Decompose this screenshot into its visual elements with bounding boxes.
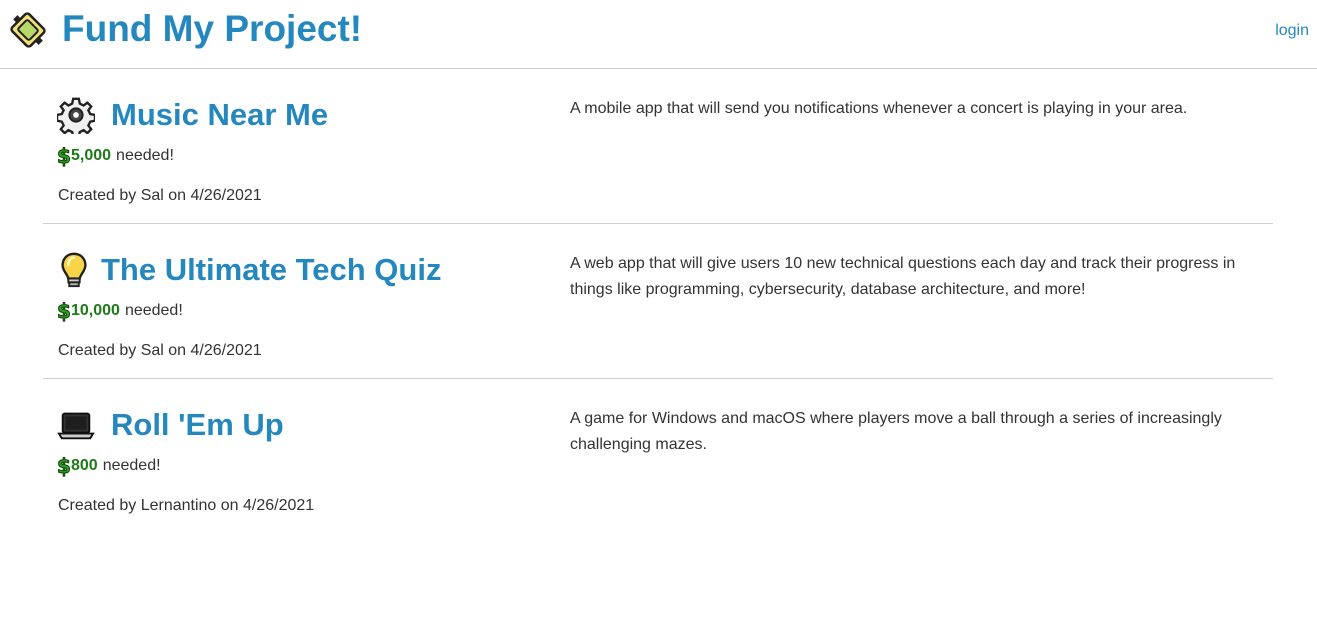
project-card: Music Near Me $ 5,000 needed! Created by… bbox=[43, 69, 1273, 224]
created-by: Created by Sal on 4/26/2021 bbox=[58, 187, 262, 204]
project-card: Roll 'Em Up $ 800 needed! Created by Ler… bbox=[43, 379, 1273, 533]
funding-goal: $ 5,000 needed! bbox=[58, 145, 174, 167]
funding-amount: 5,000 bbox=[71, 147, 112, 164]
funding-goal: $ 800 needed! bbox=[58, 455, 161, 477]
dollar-icon: $ bbox=[58, 300, 70, 322]
project-title: Roll 'Em Up bbox=[111, 407, 284, 442]
project-card: The Ultimate Tech Quiz $ 10,000 needed! … bbox=[43, 224, 1273, 379]
project-title: Music Near Me bbox=[111, 97, 329, 132]
project-description: A mobile app that will send you notifica… bbox=[570, 100, 1188, 117]
gear-icon bbox=[57, 97, 95, 134]
dollar-icon: $ bbox=[58, 145, 70, 167]
funding-goal: $ 10,000 needed! bbox=[58, 300, 183, 322]
app-title[interactable]: Fund My Project! bbox=[62, 6, 362, 52]
funding-amount: 10,000 bbox=[71, 302, 120, 319]
svg-text:$: $ bbox=[58, 300, 70, 322]
svg-text:$: $ bbox=[58, 455, 70, 477]
created-by: Created by Lernantino on 4/26/2021 bbox=[58, 497, 315, 514]
project-link[interactable]: The Ultimate Tech Quiz bbox=[57, 250, 441, 290]
project-link[interactable]: Music Near Me bbox=[57, 95, 328, 135]
laptop-icon bbox=[57, 412, 95, 440]
project-logo-icon[interactable] bbox=[10, 11, 46, 49]
funding-amount: 800 bbox=[71, 457, 98, 474]
needed-label: needed! bbox=[124, 302, 183, 319]
project-description: A game for Windows and macOS where playe… bbox=[570, 410, 1222, 453]
lightbulb-icon bbox=[61, 252, 87, 288]
needed-label: needed! bbox=[116, 147, 174, 164]
project-title: The Ultimate Tech Quiz bbox=[101, 252, 442, 287]
project-list: Music Near Me $ 5,000 needed! Created by… bbox=[43, 69, 1273, 533]
login-link[interactable]: login bbox=[1275, 22, 1309, 40]
project-link[interactable]: Roll 'Em Up bbox=[57, 405, 284, 445]
project-description: A web app that will give users 10 new te… bbox=[570, 255, 1236, 298]
needed-label: needed! bbox=[102, 457, 161, 474]
dollar-icon: $ bbox=[58, 455, 70, 477]
created-by: Created by Sal on 4/26/2021 bbox=[58, 342, 262, 359]
site-header: Fund My Project! login bbox=[0, 0, 1317, 69]
svg-text:$: $ bbox=[58, 145, 70, 167]
